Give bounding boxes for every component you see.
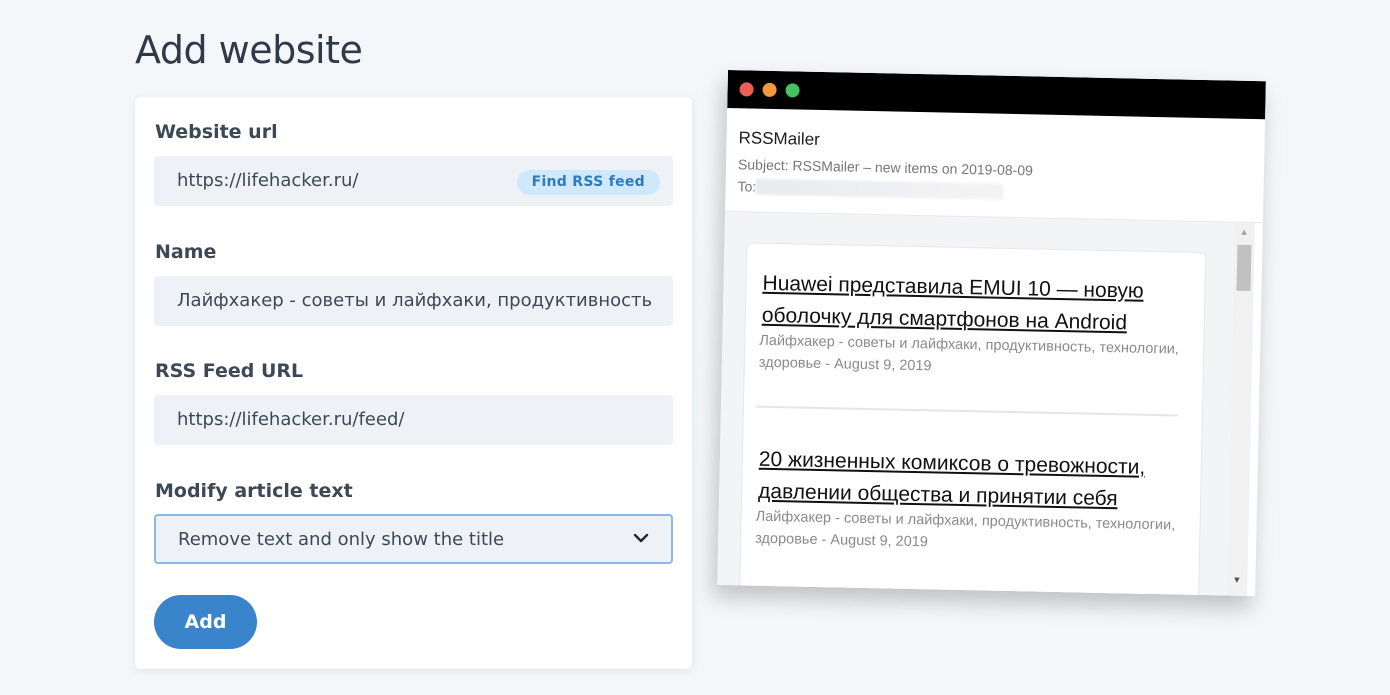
email-window: RSSMailer Subject: RSSMailer – new items… — [717, 70, 1266, 597]
rss-feed-url-label: RSS Feed URL — [155, 360, 304, 382]
email-header: RSSMailer Subject: RSSMailer – new items… — [725, 107, 1266, 224]
add-button[interactable]: Add — [154, 595, 257, 649]
article-meta: Лайфхакер - советы и лайфхаки, продуктив… — [758, 332, 1180, 375]
article-title-link[interactable]: Huawei представила EMUI 10 — новую оболо… — [762, 268, 1163, 340]
article-list: Huawei представила EMUI 10 — новую оболо… — [738, 242, 1207, 597]
name-label: Name — [155, 241, 217, 263]
scroll-down-arrow-icon[interactable]: ▼ — [1232, 575, 1241, 585]
email-body: Huawei представила EMUI 10 — новую оболо… — [717, 211, 1235, 597]
article-title-link[interactable]: 20 жизненных комиксов о тревожности, дав… — [758, 444, 1159, 516]
name-input[interactable]: Лайфхакер - советы и лайфхаки, продуктив… — [154, 276, 673, 326]
modify-article-text-select[interactable]: Remove text and only show the title — [154, 514, 673, 564]
email-preview: RSSMailer Subject: RSSMailer – new items… — [717, 70, 1288, 617]
email-recipient-redacted — [755, 178, 1004, 200]
article-meta: Лайфхакер - советы и лайфхаки, продуктив… — [755, 508, 1176, 551]
add-website-form: Website url https://lifehacker.ru/ Find … — [135, 97, 692, 669]
scroll-thumb[interactable] — [1236, 244, 1252, 291]
minimize-dot-icon — [762, 82, 777, 98]
rss-feed-url-value: https://lifehacker.ru/feed/ — [177, 409, 405, 430]
website-url-label: Website url — [155, 121, 278, 143]
modify-article-text-value: Remove text and only show the title — [178, 529, 505, 550]
email-to-label: To: — [737, 178, 757, 195]
maximize-dot-icon — [785, 83, 800, 98]
email-sender: RSSMailer — [738, 128, 821, 149]
chevron-down-icon — [633, 533, 649, 543]
page-title: Add website — [135, 28, 363, 72]
close-dot-icon — [739, 82, 754, 97]
name-value: Лайфхакер - советы и лайфхаки, продуктив… — [177, 290, 651, 311]
email-subject: Subject: RSSMailer – new items on 2019-0… — [737, 156, 1034, 179]
rss-feed-url-input[interactable]: https://lifehacker.ru/feed/ — [154, 395, 673, 445]
find-rss-feed-button[interactable]: Find RSS feed — [516, 170, 660, 195]
website-url-input[interactable]: https://lifehacker.ru/ Find RSS feed — [154, 156, 673, 206]
article-divider — [755, 405, 1178, 417]
modify-article-text-label: Modify article text — [155, 480, 353, 502]
scroll-up-arrow-icon[interactable]: ▲ — [1240, 227, 1249, 237]
